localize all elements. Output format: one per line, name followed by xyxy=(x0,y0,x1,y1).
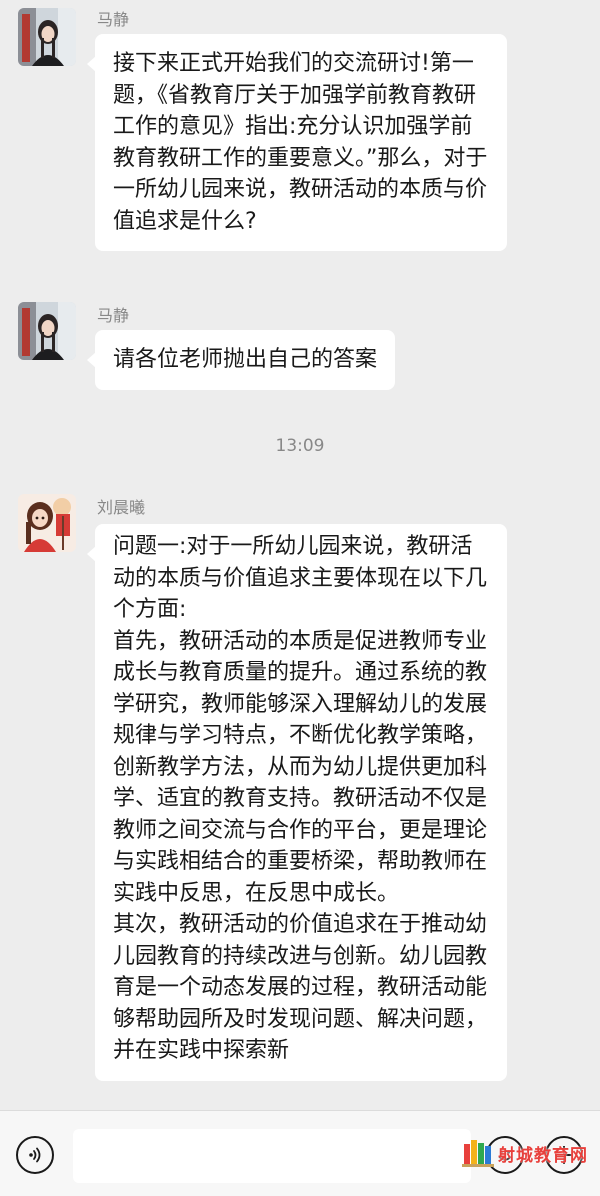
message-bubble[interactable]: 接下来正式开始我们的交流研讨!第一题，《省教育厅关于加强学前教育教研工作的意见》… xyxy=(87,34,507,251)
watermark-text: 射城教育网 xyxy=(498,1145,588,1166)
voice-button[interactable] xyxy=(16,1136,54,1174)
voice-icon xyxy=(29,1147,41,1163)
avatar[interactable] xyxy=(18,8,76,66)
sender-name: 马静 xyxy=(97,306,130,325)
watermark: 射城教育网 xyxy=(462,1133,588,1173)
message-bubble[interactable]: 问题一:对于一所幼儿园来说，教研活动的本质与价值追求主要体现在以下几个方面: 首… xyxy=(87,524,507,1081)
message-bubble[interactable]: 请各位老师抛出自己的答案 xyxy=(86,330,396,390)
chat-area[interactable]: 马静 接下来正式开始我们的交流研讨!第一题，《省教育厅关于加强学前教育教研工作的… xyxy=(0,0,600,1110)
sender-name: 马静 xyxy=(97,10,130,29)
sender-name: 刘晨曦 xyxy=(97,498,146,517)
books-logo-icon xyxy=(462,1140,494,1167)
chat-timestamp: 13:09 xyxy=(275,436,325,456)
avatar[interactable] xyxy=(18,302,76,360)
message-input[interactable] xyxy=(73,1129,471,1183)
avatar[interactable] xyxy=(18,494,76,552)
